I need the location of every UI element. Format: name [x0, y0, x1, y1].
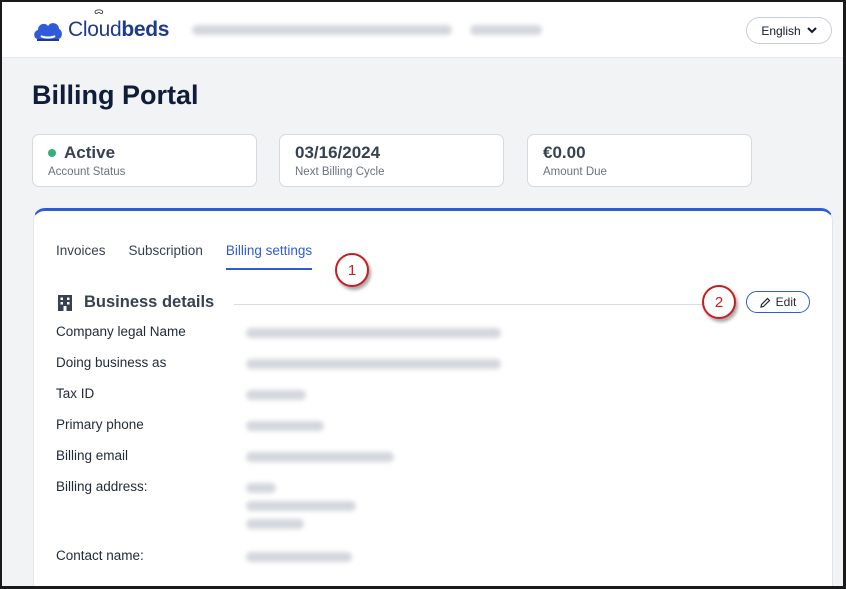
field-contact-name: Contact name:	[56, 548, 352, 563]
main-content: Billing Portal Active Account Status 03/…	[10, 58, 840, 586]
field-label: Contact name:	[56, 548, 144, 563]
next-billing-label: Next Billing Cycle	[295, 166, 385, 178]
cursor-mark: ᯅ	[94, 6, 104, 16]
status-dot	[48, 149, 56, 157]
page-title: Billing Portal	[32, 80, 199, 110]
app-window: Cloudbeds ᯅ English Billing Portal Activ…	[0, 0, 846, 589]
redacted-property-name	[192, 25, 452, 35]
business-details-title: Business details	[84, 293, 215, 311]
section-divider	[234, 304, 714, 305]
language-selector[interactable]: English	[746, 17, 832, 44]
field-label: Primary phone	[56, 417, 144, 432]
account-status-card: Active Account Status	[32, 134, 257, 187]
tab-bar: Invoices Subscription Billing settings	[56, 243, 313, 270]
building-icon	[58, 294, 72, 311]
cloud-icon	[34, 23, 62, 41]
field-label: Doing business as	[56, 355, 167, 370]
amount-due-label: Amount Due	[543, 166, 607, 178]
redacted-value	[246, 328, 501, 338]
field-label: Company legal Name	[56, 324, 186, 339]
tab-subscription[interactable]: Subscription	[129, 243, 203, 270]
top-header: Cloudbeds ᯅ English	[2, 2, 843, 58]
edit-button[interactable]: Edit	[746, 291, 810, 313]
redacted-value	[246, 390, 306, 400]
account-status-label: Account Status	[48, 166, 126, 178]
tab-billing-settings[interactable]: Billing settings	[225, 243, 313, 270]
tab-invoices[interactable]: Invoices	[56, 243, 106, 270]
pencil-icon	[759, 297, 771, 308]
billing-panel: Invoices Subscription Billing settings 1…	[33, 208, 833, 586]
redacted-value	[246, 359, 501, 369]
account-status-value: Active	[48, 143, 115, 163]
redacted-value	[246, 501, 356, 511]
edit-label: Edit	[775, 295, 797, 309]
field-label: Tax ID	[56, 386, 95, 401]
field-company-legal-name: Company legal Name	[56, 324, 501, 339]
redacted-value	[246, 552, 352, 562]
redacted-value	[246, 421, 324, 431]
business-details-heading: Business details	[56, 293, 214, 312]
account-status-text: Active	[64, 143, 116, 162]
field-billing-address: Billing address:	[56, 479, 356, 529]
field-billing-email: Billing email	[56, 448, 394, 463]
language-label: English	[761, 23, 801, 38]
redacted-value	[246, 452, 394, 462]
redacted-property-badge	[470, 25, 542, 35]
chevron-down-icon	[806, 27, 817, 34]
next-billing-card: 03/16/2024 Next Billing Cycle	[279, 134, 504, 187]
amount-due-card: €0.00 Amount Due	[527, 134, 752, 187]
redacted-value	[246, 519, 304, 529]
amount-due-value: €0.00	[543, 143, 586, 162]
callout-marker-1: 1	[335, 253, 369, 287]
field-primary-phone: Primary phone	[56, 417, 324, 432]
field-label: Billing address:	[56, 479, 148, 494]
field-tax-id: Tax ID	[56, 386, 306, 401]
cloudbeds-logo[interactable]: Cloudbeds	[32, 18, 170, 42]
redacted-value	[246, 483, 276, 493]
field-label: Billing email	[56, 448, 129, 463]
callout-marker-2: 2	[702, 285, 736, 319]
logo-text: Cloudbeds	[68, 18, 170, 41]
next-billing-value: 03/16/2024	[295, 143, 381, 162]
field-doing-business-as: Doing business as	[56, 355, 501, 370]
